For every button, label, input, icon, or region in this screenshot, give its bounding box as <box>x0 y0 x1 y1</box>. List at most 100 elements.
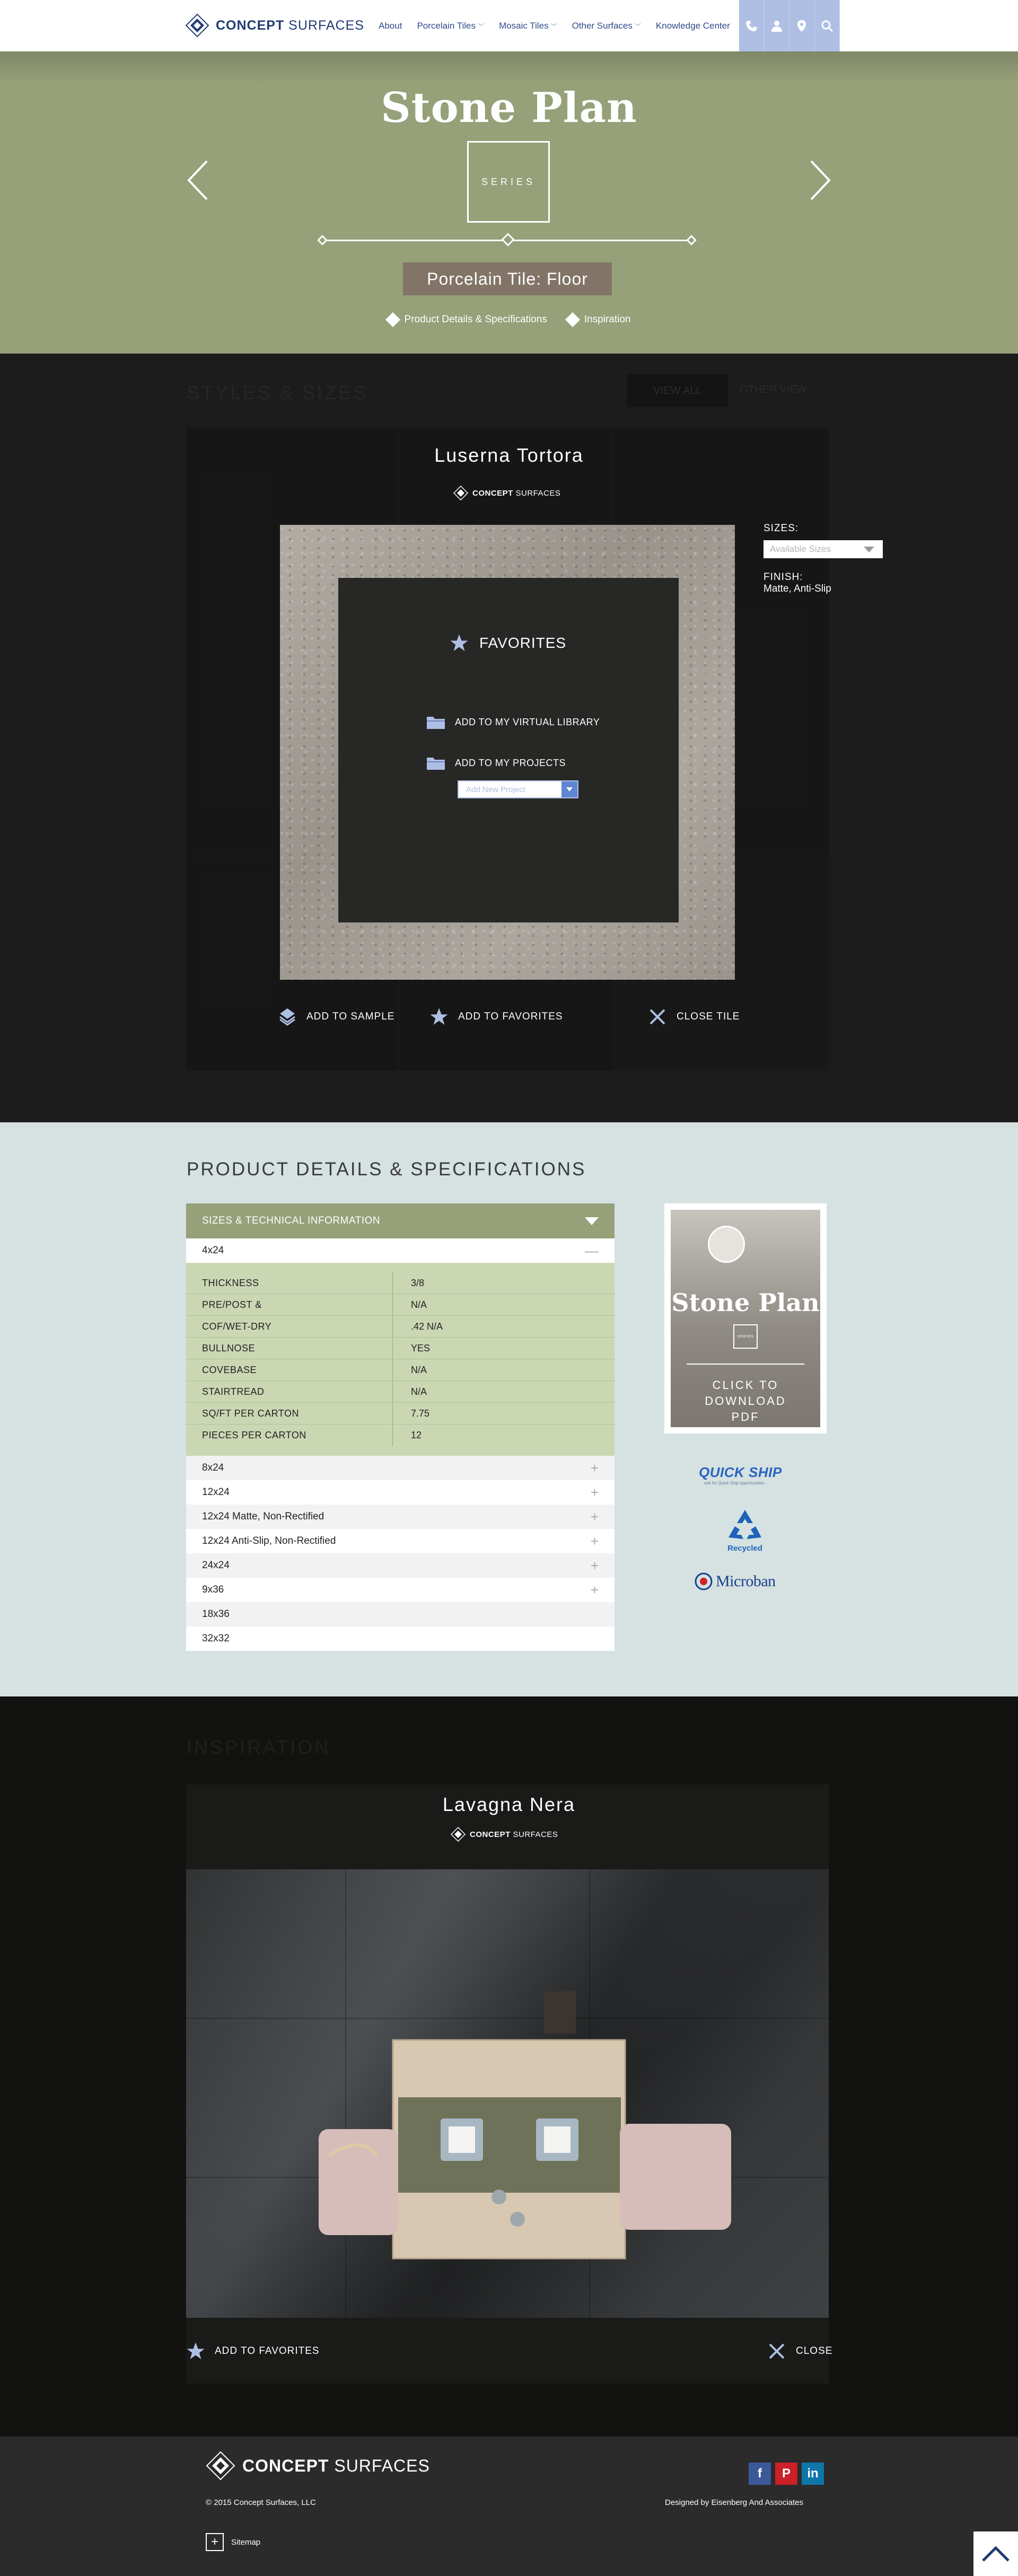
phone-button[interactable] <box>739 0 765 51</box>
diamond-icon <box>385 312 400 328</box>
spec-key: THICKNESS <box>186 1272 393 1294</box>
search-button[interactable] <box>814 0 840 51</box>
hero-shadow <box>0 51 1018 83</box>
previous-series-arrow-icon[interactable] <box>185 159 216 201</box>
inspiration-add-to-favorites-button[interactable]: ADD TO FAVORITES <box>186 2342 320 2361</box>
pdf-divider <box>687 1364 804 1365</box>
size-label: 4x24 <box>202 1245 224 1256</box>
star-icon <box>450 634 468 651</box>
pdf-cover-photo <box>708 1226 745 1263</box>
brand-name: CONCEPT SURFACES <box>216 17 364 33</box>
account-button[interactable] <box>764 0 789 51</box>
add-to-favorites-label: ADD TO FAVORITES <box>215 2345 320 2357</box>
nav-about[interactable]: About <box>379 21 402 31</box>
size-row[interactable]: 12x24 + <box>186 1480 615 1505</box>
size-row[interactable]: 9x36 + <box>186 1578 615 1602</box>
spec-row: THICKNESS 3/8 <box>186 1272 615 1294</box>
folder-icon <box>427 717 445 729</box>
inspiration-brand-logo: CONCEPT SURFACES <box>451 1827 558 1842</box>
layers-icon <box>279 1008 295 1026</box>
size-label: 18x36 <box>202 1608 230 1620</box>
facebook-icon[interactable]: f <box>749 2463 771 2485</box>
location-pin-icon <box>797 20 806 32</box>
section-heading: INSPIRATION <box>187 1736 331 1758</box>
nav-knowledge-center[interactable]: Knowledge Center <box>656 21 730 31</box>
chevron-down-icon[interactable] <box>561 781 577 797</box>
tile-brand-logo: CONCEPT SURFACES <box>453 486 560 500</box>
spec-value: .42 N/A <box>411 1321 443 1332</box>
size-row[interactable]: 12x24 Anti-Slip, Non-Rectified + <box>186 1529 615 1553</box>
nav-porcelain-tiles[interactable]: Porcelain Tiles ﹀ <box>417 21 484 31</box>
product-type-label: Porcelain Tile: Floor <box>403 262 612 295</box>
spec-value: N/A <box>411 1364 427 1375</box>
alternate-view-button[interactable]: OTHER VIEW <box>740 384 807 396</box>
link-inspiration[interactable]: Inspiration <box>565 312 631 328</box>
back-to-top-button[interactable] <box>973 2531 1018 2576</box>
locations-button[interactable] <box>789 0 815 51</box>
size-label: 8x24 <box>202 1462 224 1473</box>
pdf-cta-line: CLICK TO <box>712 1378 779 1392</box>
nav-mosaic-tiles[interactable]: Mosaic Tiles ﹀ <box>499 21 557 31</box>
sizes-label: SIZES: <box>763 523 799 534</box>
close-tile-button[interactable]: CLOSE TILE <box>648 1007 740 1026</box>
specifications-table: SIZES & TECHNICAL INFORMATION 4x24 — THI… <box>186 1203 615 1651</box>
size-row-open[interactable]: 4x24 — <box>186 1238 615 1263</box>
nav-other-surfaces[interactable]: Other Surfaces ﹀ <box>572 21 641 31</box>
size-label: 32x32 <box>202 1633 230 1644</box>
spec-key: BULLNOSE <box>186 1338 393 1359</box>
quick-ship-badge: QUICK SHIP ask for Quick Ship opportunit… <box>699 1464 789 1485</box>
dining-table-illustration <box>319 1991 731 2260</box>
project-select-placeholder: Add New Project <box>466 785 525 794</box>
chevron-down-icon: ﹀ <box>478 22 485 30</box>
spec-row: COF/WET-DRY .42 N/A <box>186 1316 615 1338</box>
finish-value: Matte, Anti-Slip <box>763 583 831 594</box>
chevron-down-icon: ﹀ <box>550 22 557 30</box>
chevron-down-icon <box>864 546 874 552</box>
size-row[interactable]: 8x24 + <box>186 1456 615 1480</box>
minus-icon: — <box>585 1242 599 1259</box>
designed-by-link[interactable]: Designed by Eisenberg And Associates <box>665 2498 803 2507</box>
link-label: Inspiration <box>584 314 631 325</box>
size-label: 12x24 Anti-Slip, Non-Rectified <box>202 1535 336 1546</box>
header-tools <box>739 0 840 51</box>
site-logo[interactable]: CONCEPT SURFACES <box>185 10 364 41</box>
spec-key: STAIRTREAD <box>186 1381 393 1402</box>
size-row[interactable]: 18x36 <box>186 1602 615 1627</box>
favorites-title: FAVORITES <box>450 634 566 653</box>
spec-value: N/A <box>411 1386 427 1397</box>
spec-key: COF/WET-DRY <box>186 1316 393 1337</box>
size-row[interactable]: 12x24 Matte, Non-Rectified + <box>186 1505 615 1529</box>
linkedin-icon[interactable]: in <box>802 2463 824 2485</box>
spec-row: PRE/POST & N/A <box>186 1294 615 1316</box>
pinterest-icon[interactable]: P <box>775 2463 797 2485</box>
finish-label: FINISH: <box>763 572 803 583</box>
pdf-call-to-action: CLICK TO DOWNLOAD PDF <box>671 1377 820 1425</box>
footer-logo[interactable]: CONCEPT SURFACES <box>205 2450 430 2481</box>
project-select[interactable]: Add New Project <box>458 780 578 798</box>
recycled-badge: Recycled <box>718 1508 771 1553</box>
size-row[interactable]: 24x24 + <box>186 1553 615 1578</box>
view-all-button[interactable]: VIEW ALL <box>627 374 728 407</box>
add-to-projects-button[interactable]: ADD TO MY PROJECTS <box>426 755 566 770</box>
plus-icon: + <box>590 1557 599 1573</box>
size-row[interactable]: 32x32 <box>186 1627 615 1651</box>
social-links: f Pin <box>749 2463 824 2485</box>
spec-value: N/A <box>411 1299 427 1310</box>
size-label: 9x36 <box>202 1584 224 1595</box>
next-series-arrow-icon[interactable] <box>802 159 833 201</box>
sitemap-toggle[interactable]: + Sitemap <box>206 2533 260 2551</box>
spec-value: 12 <box>411 1430 422 1440</box>
add-to-favorites-button[interactable]: ADD TO FAVORITES <box>429 1007 563 1026</box>
spec-row: STAIRTREAD N/A <box>186 1381 615 1403</box>
spec-table-header[interactable]: SIZES & TECHNICAL INFORMATION <box>186 1203 615 1238</box>
spec-row: BULLNOSE YES <box>186 1338 615 1359</box>
sizes-select[interactable]: Available Sizes <box>763 540 883 558</box>
add-to-virtual-library-button[interactable]: ADD TO MY VIRTUAL LIBRARY <box>426 715 600 729</box>
sitemap-label: Sitemap <box>231 2537 261 2547</box>
microban-logo-icon <box>695 1572 713 1590</box>
recycle-icon <box>729 1510 761 1539</box>
inspiration-close-button[interactable]: CLOSE <box>767 2342 832 2361</box>
download-pdf-card[interactable]: Stone Plan SERIES CLICK TO DOWNLOAD PDF <box>664 1203 827 1434</box>
link-product-details[interactable]: Product Details & Specifications <box>385 312 547 328</box>
add-to-sample-button[interactable]: ADD TO SAMPLE <box>278 1007 394 1026</box>
